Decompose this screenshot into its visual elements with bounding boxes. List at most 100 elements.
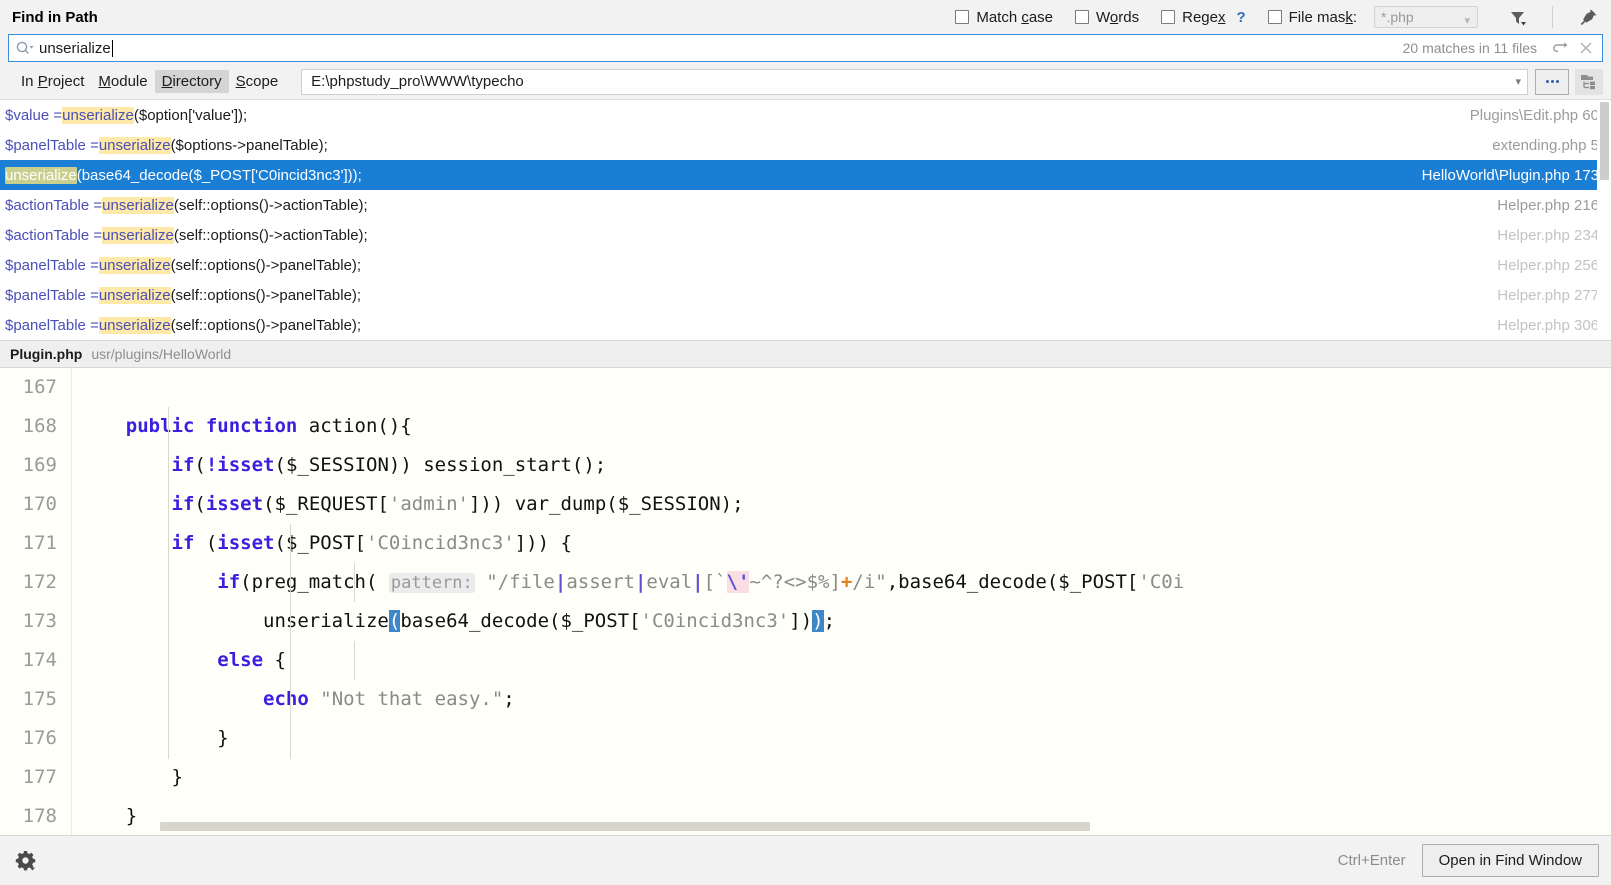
chevron-down-icon[interactable]: ▾ bbox=[1515, 75, 1521, 88]
code-line: if(isset($_REQUEST['admin'])) var_dump($… bbox=[171, 493, 744, 515]
result-match-highlight: unserialize bbox=[5, 166, 77, 184]
table-row[interactable]: $panelTable = unserialize (self::options(… bbox=[0, 280, 1611, 310]
regex-checkbox[interactable]: Regex ? bbox=[1161, 9, 1246, 26]
checkbox-box bbox=[1161, 10, 1176, 24]
scrollbar-thumb[interactable] bbox=[1600, 102, 1609, 180]
match-case-checkbox[interactable]: Match case bbox=[955, 9, 1053, 26]
result-suffix: (self::options()->panelTable); bbox=[170, 316, 362, 334]
checkbox-box bbox=[955, 10, 970, 24]
result-match-highlight: unserialize bbox=[102, 226, 174, 244]
search-input-text: unserialize bbox=[39, 39, 1403, 57]
line-number: 172 bbox=[22, 571, 57, 593]
result-code-snippet: unserialize (base64_decode($_POST['C0inci… bbox=[5, 166, 362, 184]
results-vertical-scrollbar[interactable] bbox=[1597, 100, 1611, 340]
filter-icon[interactable] bbox=[1504, 4, 1530, 30]
scope-tab-scope[interactable]: Scope bbox=[229, 70, 286, 93]
dot bbox=[1545, 80, 1549, 83]
table-row[interactable]: $panelTable = unserialize ($options->pane… bbox=[0, 130, 1611, 160]
result-prefix: $panelTable = bbox=[5, 316, 99, 334]
result-suffix: (self::options()->actionTable); bbox=[173, 196, 368, 214]
scope-tab-directory[interactable]: Directory bbox=[154, 70, 229, 93]
line-number: 174 bbox=[22, 649, 57, 671]
words-checkbox[interactable]: Words bbox=[1075, 9, 1139, 26]
result-match-highlight: unserialize bbox=[102, 196, 174, 214]
scope-toolbar: In Project Module Directory Scope E:\php… bbox=[0, 64, 1611, 99]
indent-guide bbox=[354, 641, 355, 680]
line-number: 175 bbox=[22, 688, 57, 710]
regex-help-icon[interactable]: ? bbox=[1236, 9, 1245, 26]
preview-file-header: Plugin.php usr/plugins/HelloWorld bbox=[0, 340, 1611, 368]
line-number: 171 bbox=[22, 532, 57, 554]
project-tree-icon[interactable] bbox=[1575, 68, 1603, 95]
search-input[interactable]: unserialize 20 matches in 11 files bbox=[8, 34, 1603, 62]
result-match-highlight: unserialize bbox=[98, 256, 171, 274]
checkbox-box bbox=[1075, 10, 1090, 24]
directory-path-value: E:\phpstudy_pro\WWW\typecho bbox=[311, 73, 524, 90]
match-case-label: Match case bbox=[976, 8, 1054, 26]
shortcut-hint: Ctrl+Enter bbox=[1337, 852, 1406, 869]
find-in-path-dialog: Find in Path Match case Words Regex ? Fi… bbox=[0, 0, 1611, 885]
result-code-snippet: $panelTable = unserialize ($options->pane… bbox=[5, 136, 328, 154]
file-mask-label: File mask: bbox=[1288, 8, 1357, 26]
result-match-highlight: unserialize bbox=[98, 316, 171, 334]
code-preview[interactable]: 167 168 169 170 171 172 173 174 175 176 177 178 pub… bbox=[0, 368, 1611, 835]
result-code-snippet: $actionTable = unserialize (self::options… bbox=[5, 196, 368, 214]
search-icon[interactable] bbox=[9, 40, 39, 56]
table-row[interactable]: $panelTable = unserialize (self::options(… bbox=[0, 250, 1611, 280]
code-line: public function action(){ bbox=[125, 415, 412, 437]
chevron-down-icon: ▾ bbox=[1464, 15, 1470, 27]
code-line: unserialize(base64_decode($_POST['C0inci… bbox=[80, 610, 836, 632]
text-caret bbox=[111, 39, 113, 57]
close-icon[interactable] bbox=[1573, 35, 1599, 61]
result-prefix: $panelTable = bbox=[5, 136, 99, 154]
line-number: 168 bbox=[22, 415, 57, 437]
table-row[interactable]: $actionTable = unserialize (self::options… bbox=[0, 190, 1611, 220]
result-suffix: ($option['value']); bbox=[133, 106, 248, 124]
scope-tab-in-project[interactable]: In Project bbox=[14, 70, 91, 93]
table-row[interactable]: $value = unserialize ($option['value']); P… bbox=[0, 100, 1611, 130]
pin-glyph bbox=[1580, 9, 1596, 25]
open-in-find-window-button[interactable]: Open in Find Window bbox=[1421, 844, 1599, 877]
magnifier-glyph bbox=[16, 41, 33, 54]
directory-path-input[interactable]: E:\phpstudy_pro\WWW\typecho ▾ bbox=[301, 68, 1528, 95]
matched-brace: ) bbox=[812, 610, 824, 632]
result-file-location: HelloWorld\Plugin.php 173 bbox=[1421, 166, 1599, 184]
result-match-highlight: unserialize bbox=[98, 286, 171, 304]
reset-glyph bbox=[1552, 41, 1568, 52]
parameter-hint: pattern: bbox=[388, 573, 475, 593]
line-number: 167 bbox=[22, 376, 57, 398]
result-prefix: $panelTable = bbox=[5, 256, 99, 274]
code-line: if (isset($_POST['C0incid3nc3'])) { bbox=[171, 532, 572, 554]
preview-file-name: Plugin.php bbox=[10, 346, 83, 362]
result-prefix: $panelTable = bbox=[5, 286, 99, 304]
dialog-footer: Ctrl+Enter Open in Find Window bbox=[0, 835, 1611, 885]
gear-icon[interactable] bbox=[10, 846, 40, 876]
code-line: else { bbox=[217, 649, 286, 671]
result-suffix: ($options->panelTable); bbox=[170, 136, 328, 154]
result-file-location: Helper.php 256 bbox=[1497, 256, 1599, 274]
scope-tab-module[interactable]: Module bbox=[91, 70, 154, 93]
table-row[interactable]: unserialize (base64_decode($_POST['C0inci… bbox=[0, 160, 1611, 190]
pin-icon[interactable] bbox=[1575, 4, 1601, 30]
result-match-highlight: unserialize bbox=[62, 106, 134, 124]
matched-brace: ( bbox=[388, 610, 401, 632]
indent-guide bbox=[354, 563, 355, 602]
search-results-list[interactable]: $value = unserialize ($option['value']); P… bbox=[0, 99, 1611, 340]
result-code-snippet: $panelTable = unserialize (self::options(… bbox=[5, 256, 361, 274]
table-row[interactable]: $actionTable = unserialize (self::options… bbox=[0, 220, 1611, 250]
reset-icon[interactable] bbox=[1547, 35, 1573, 61]
file-mask-select[interactable]: *.php ▾ bbox=[1374, 6, 1478, 28]
code-line: echo "Not that easy."; bbox=[263, 688, 515, 710]
table-row[interactable]: $panelTable = unserialize (self::options(… bbox=[0, 310, 1611, 340]
code-lines[interactable]: public function action(){ if(!isset($_SE… bbox=[72, 368, 1611, 835]
browse-button[interactable] bbox=[1535, 68, 1569, 95]
code-line: } bbox=[80, 727, 229, 749]
dot bbox=[1550, 80, 1554, 83]
file-mask-checkbox[interactable]: File mask: *.php ▾ bbox=[1267, 6, 1478, 28]
match-count-label: 20 matches in 11 files bbox=[1402, 40, 1537, 56]
checkbox-box bbox=[1267, 10, 1282, 24]
result-prefix: $actionTable = bbox=[5, 196, 103, 214]
code-horizontal-scrollbar[interactable] bbox=[160, 822, 1090, 831]
search-field-wrapper: unserialize 20 matches in 11 files bbox=[0, 34, 1611, 64]
